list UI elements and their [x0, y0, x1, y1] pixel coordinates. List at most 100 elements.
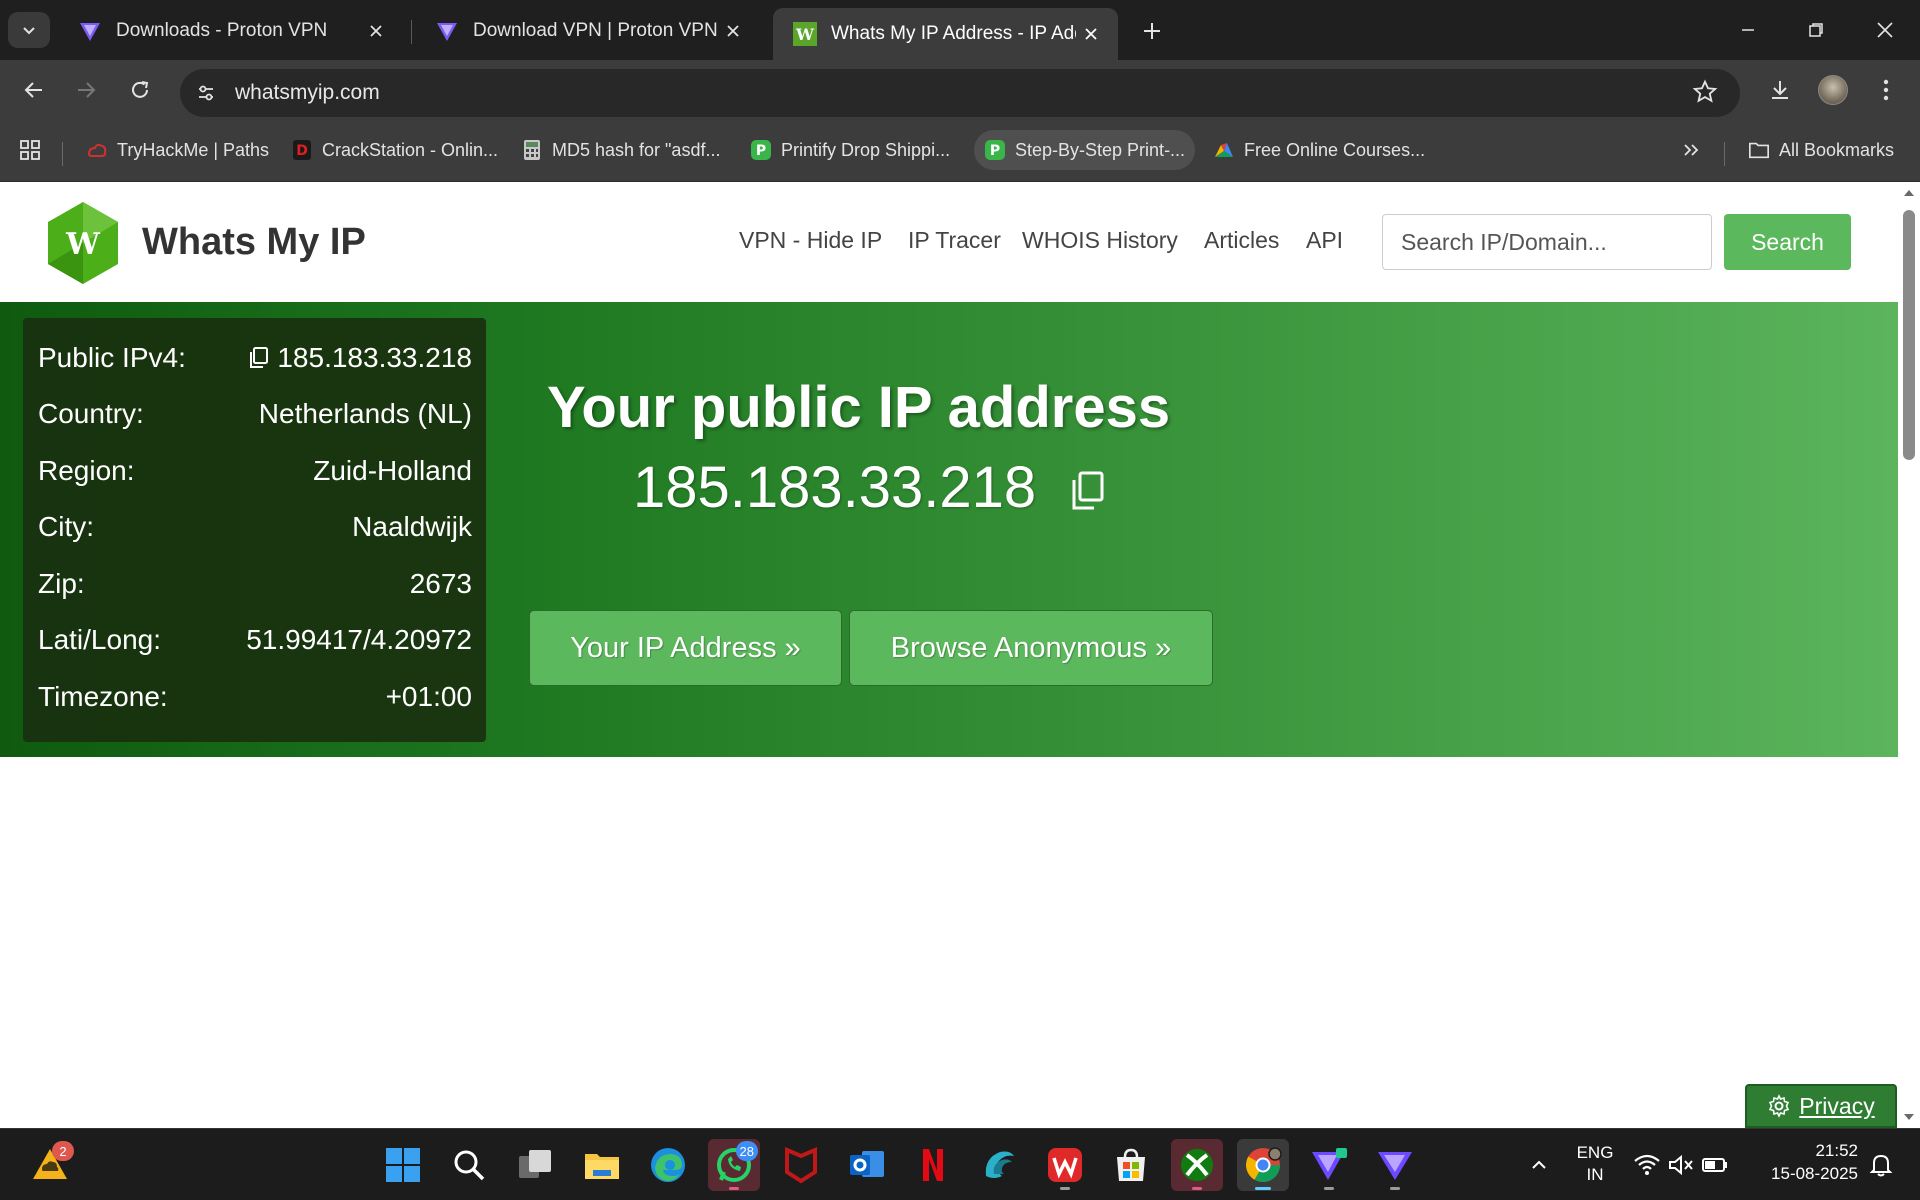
bookmark-md5-hash[interactable]: MD5 hash for "asdf...: [511, 130, 730, 170]
bookmark-label: Free Online Courses...: [1244, 139, 1426, 160]
info-value: Zuid-Holland: [313, 455, 472, 486]
more-vertical-icon: [1883, 79, 1889, 101]
privacy-label: Privacy: [1799, 1092, 1875, 1119]
tab-whatsmyip[interactable]: W Whats My IP Address - IP Addre: [773, 8, 1118, 60]
mcafee-button[interactable]: [775, 1139, 827, 1191]
scroll-up-icon[interactable]: [1902, 186, 1916, 200]
address-bar[interactable]: whatsmyip.com: [180, 69, 1740, 117]
chevron-double-right-icon: [1684, 144, 1699, 156]
close-tab-icon[interactable]: [1076, 19, 1106, 49]
nav-ip-tracer[interactable]: IP Tracer: [908, 227, 1001, 254]
start-button[interactable]: [377, 1139, 429, 1191]
bookmark-tryhackme[interactable]: TryHackMe | Paths: [76, 130, 279, 170]
chevron-down-icon: [23, 27, 35, 35]
nav-articles[interactable]: Articles: [1204, 227, 1279, 254]
folder-icon: [585, 1154, 619, 1179]
chrome-menu-button[interactable]: [1866, 70, 1906, 110]
wps-office-button[interactable]: [1039, 1139, 1091, 1191]
whatsapp-button[interactable]: 28: [708, 1139, 760, 1191]
search-button[interactable]: Search: [1724, 214, 1851, 270]
hero-section: Public IPv4: 185.183.33.218 Country: Net…: [0, 302, 1898, 757]
whatsmyip-favicon: W: [793, 22, 817, 46]
site-header: W Whats My IP VPN - Hide IP IP Tracer WH…: [0, 182, 1898, 302]
url-text: whatsmyip.com: [235, 81, 380, 104]
tab-proton-download-vpn[interactable]: Download VPN | Proton VPN: [415, 10, 760, 52]
volume-muted-icon: [1669, 1154, 1693, 1176]
back-button[interactable]: [14, 70, 54, 110]
nav-whois-history[interactable]: WHOIS History: [1022, 227, 1178, 254]
bookmark-step-by-step[interactable]: P Step-By-Step Print-...: [974, 130, 1196, 170]
minimize-button[interactable]: [1718, 8, 1778, 52]
nav-vpn-hide-ip[interactable]: VPN - Hide IP: [739, 227, 882, 254]
wave-app-button[interactable]: [973, 1139, 1025, 1191]
info-row-zip: Zip: 2673: [38, 562, 472, 602]
bookmark-star-icon[interactable]: [1692, 79, 1718, 110]
xbox-button[interactable]: [1171, 1139, 1223, 1191]
more-bookmarks-button[interactable]: [1672, 130, 1710, 170]
bookmark-free-online-courses[interactable]: Free Online Courses...: [1203, 130, 1435, 170]
downloads-button[interactable]: [1760, 70, 1800, 110]
close-tab-icon[interactable]: [718, 16, 748, 46]
region-code: IN: [1586, 1165, 1604, 1184]
site-info-button[interactable]: [190, 77, 222, 109]
reload-button[interactable]: [120, 70, 160, 110]
copy-icon[interactable]: [1068, 470, 1106, 512]
nav-api[interactable]: API: [1306, 227, 1343, 254]
printify-icon: P: [984, 139, 1006, 161]
wave-icon: [985, 1151, 1014, 1178]
close-window-button[interactable]: [1855, 8, 1915, 52]
file-explorer-button[interactable]: [576, 1139, 628, 1191]
notifications-button[interactable]: [1864, 1139, 1898, 1191]
weather-widget[interactable]: 2: [24, 1139, 76, 1191]
tab-separator: [411, 20, 412, 44]
close-tab-icon[interactable]: [361, 16, 391, 46]
quick-settings-button[interactable]: [1626, 1139, 1736, 1191]
hero-title: Your public IP address: [547, 375, 1171, 440]
chrome-button[interactable]: [1237, 1139, 1289, 1191]
running-indicator: [1255, 1187, 1271, 1190]
tab-proton-downloads[interactable]: Downloads - Proton VPN: [58, 10, 403, 52]
info-value: +01:00: [385, 681, 472, 712]
arrow-left-icon: [24, 82, 42, 98]
scroll-down-icon[interactable]: [1902, 1110, 1916, 1124]
edge-button[interactable]: [642, 1139, 694, 1191]
all-bookmarks-button[interactable]: All Bookmarks: [1738, 130, 1904, 170]
tab-search-button[interactable]: [8, 12, 50, 48]
proton-vpn-secure-button[interactable]: [1303, 1139, 1355, 1191]
scrollbar-thumb[interactable]: [1903, 210, 1915, 460]
your-ip-address-button[interactable]: Your IP Address »: [529, 610, 842, 686]
proton-vpn-button[interactable]: [1369, 1139, 1421, 1191]
new-tab-button[interactable]: [1135, 14, 1169, 48]
forward-button[interactable]: [66, 70, 106, 110]
netflix-icon: [923, 1149, 943, 1181]
apps-button[interactable]: [8, 130, 52, 170]
bookmark-label: Printify Drop Shippi...: [781, 139, 951, 160]
task-view-button[interactable]: [509, 1139, 561, 1191]
page-scrollbar[interactable]: [1898, 182, 1920, 1128]
show-hidden-icons-button[interactable]: [1513, 1139, 1565, 1191]
microsoft-store-button[interactable]: [1105, 1139, 1157, 1191]
info-value: 185.183.33.218: [247, 342, 472, 374]
language-code: ENG: [1576, 1143, 1614, 1162]
privacy-button[interactable]: Privacy: [1745, 1084, 1897, 1128]
courses-icon: [1213, 139, 1235, 161]
clock[interactable]: 21:52 15-08-2025: [1752, 1141, 1858, 1184]
search-input[interactable]: [1382, 214, 1712, 270]
chrome-icon: [1246, 1147, 1282, 1182]
ipv4-value: 185.183.33.218: [277, 342, 472, 373]
outlook-button[interactable]: [841, 1139, 893, 1191]
svg-text:D: D: [296, 143, 308, 159]
edge-icon: [651, 1148, 685, 1182]
netflix-button[interactable]: [907, 1139, 959, 1191]
site-brand[interactable]: Whats My IP: [142, 221, 366, 264]
info-key: Public IPv4:: [38, 342, 186, 373]
search-taskbar-button[interactable]: [443, 1139, 495, 1191]
profile-button[interactable]: [1813, 70, 1853, 110]
language-indicator[interactable]: ENG IN: [1565, 1143, 1625, 1185]
copy-icon[interactable]: [247, 346, 269, 370]
browse-anonymous-button[interactable]: Browse Anonymous »: [849, 610, 1213, 686]
bookmark-crackstation[interactable]: D CrackStation - Onlin...: [281, 130, 508, 170]
whatsmyip-logo[interactable]: W: [44, 200, 122, 286]
restore-button[interactable]: [1786, 8, 1846, 52]
bookmark-printify[interactable]: P Printify Drop Shippi...: [740, 130, 960, 170]
